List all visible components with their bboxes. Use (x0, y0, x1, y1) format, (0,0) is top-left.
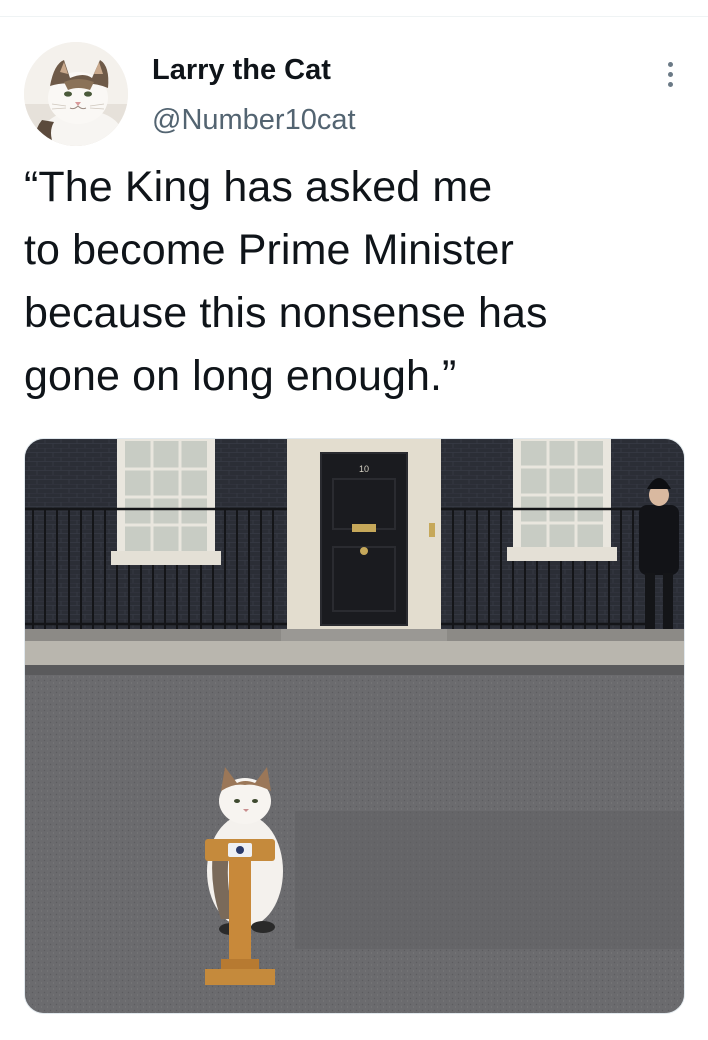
handle[interactable]: @Number10cat (152, 104, 356, 137)
tweet-header: Larry the Cat @Number10cat (24, 42, 684, 146)
door-number: 10 (359, 464, 369, 474)
top-divider (0, 16, 708, 17)
cat-avatar-icon (24, 42, 128, 146)
display-name[interactable]: Larry the Cat (152, 54, 331, 87)
more-dots-icon[interactable] (656, 56, 684, 92)
avatar[interactable] (24, 42, 128, 146)
tweet-text: “The King has asked me to become Prime M… (24, 163, 548, 400)
tweet-photo[interactable]: 10 (24, 438, 685, 1014)
downing-street-photo: 10 (25, 439, 684, 1013)
